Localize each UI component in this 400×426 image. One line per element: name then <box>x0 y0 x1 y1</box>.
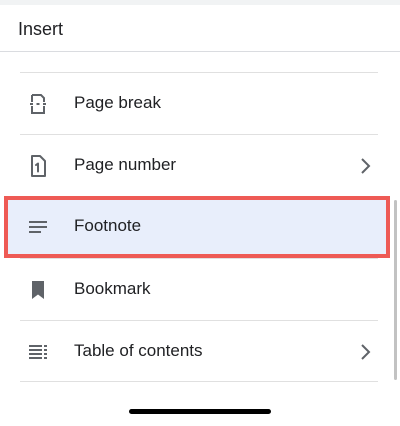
menu-item-footnote[interactable]: Footnote <box>4 196 390 258</box>
menu-item-label: Table of contents <box>74 341 203 360</box>
menu-item-page-number[interactable]: Page number <box>20 134 378 196</box>
page-number-icon <box>26 154 50 178</box>
scrollbar[interactable] <box>394 200 397 380</box>
menu-item-page-break[interactable]: Page break <box>20 72 378 134</box>
table-of-contents-icon <box>26 340 50 364</box>
page-break-icon <box>26 92 50 116</box>
chevron-right-icon <box>354 340 378 364</box>
chevron-right-icon <box>354 154 378 178</box>
insert-menu-screen: Insert Page break Page number Footnote B… <box>0 0 400 426</box>
menu-item-label: Bookmark <box>74 279 151 298</box>
footnote-icon <box>26 215 50 239</box>
menu-item-bookmark[interactable]: Bookmark <box>20 258 378 320</box>
menu-item-label: Page break <box>74 93 161 112</box>
menu-item-table-of-contents[interactable]: Table of contents <box>20 320 378 382</box>
bookmark-icon <box>26 278 50 302</box>
insert-menu-list: Page break Page number Footnote Bookmark… <box>0 72 400 382</box>
menu-item-label: Footnote <box>74 216 142 235</box>
home-indicator[interactable] <box>129 409 271 414</box>
menu-item-label: Page number <box>74 155 177 174</box>
selection-highlight <box>4 196 390 258</box>
menu-title: Insert <box>18 19 64 39</box>
header: Insert <box>0 5 400 52</box>
